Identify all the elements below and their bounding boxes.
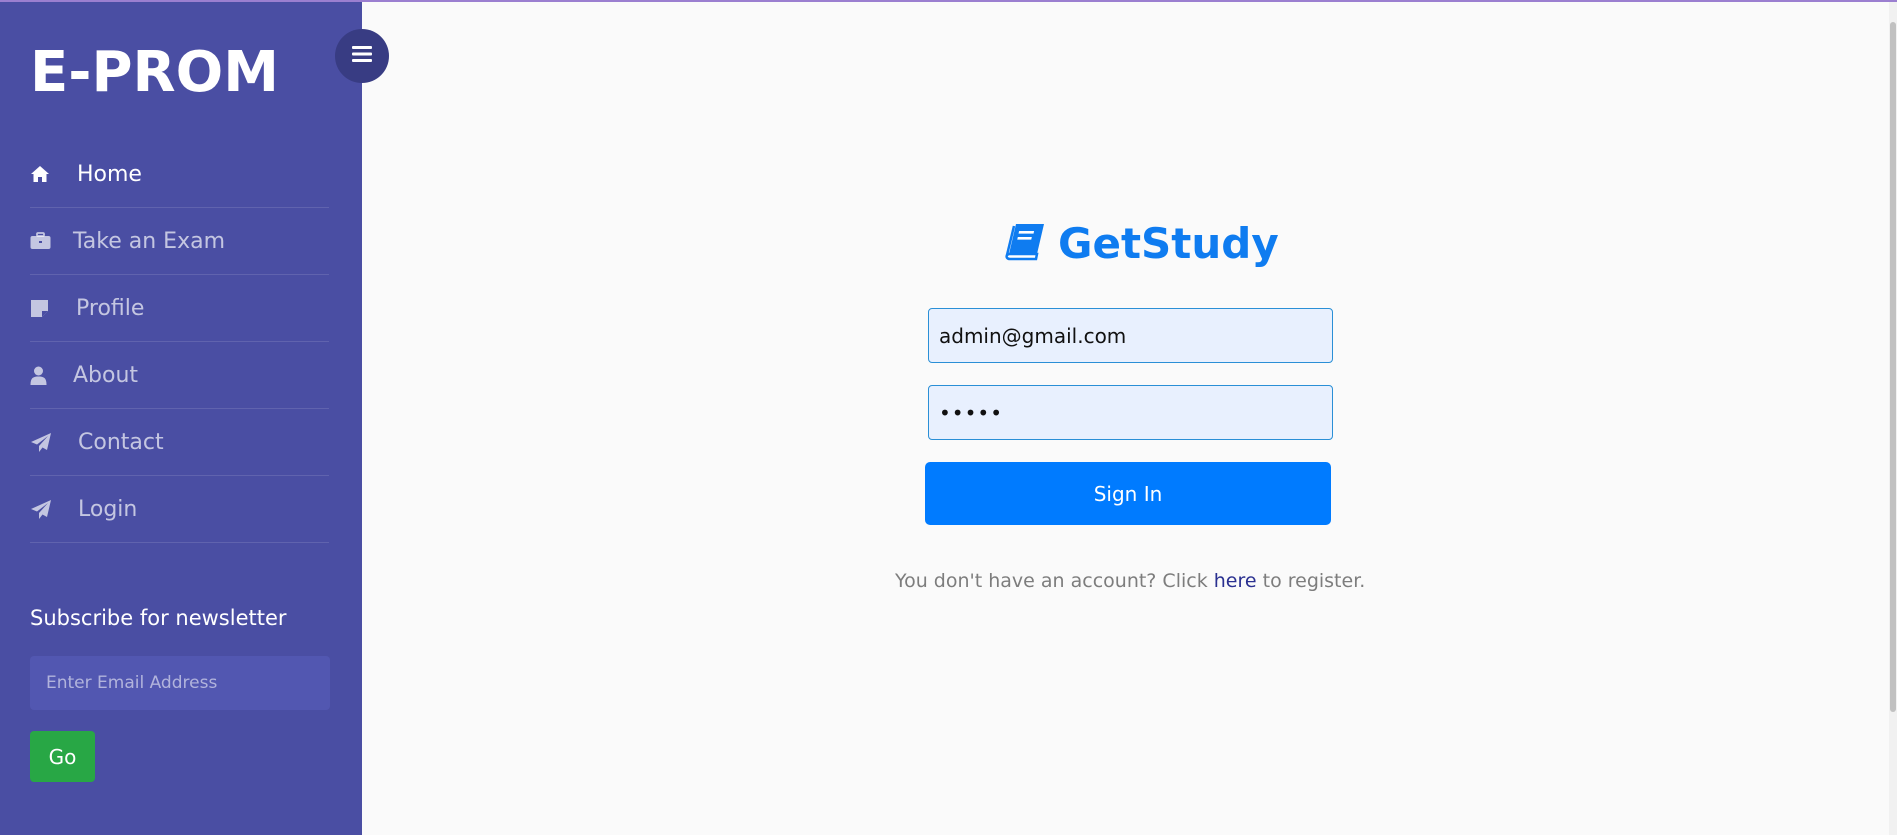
sign-in-button[interactable]: Sign In	[925, 462, 1331, 525]
sidebar-item-login[interactable]: Login	[30, 476, 329, 543]
newsletter-title: Subscribe for newsletter	[30, 606, 287, 630]
briefcase-icon	[30, 230, 52, 252]
page-scrollbar[interactable]	[1889, 2, 1897, 835]
sidebar-item-label: Home	[77, 161, 142, 187]
scrollbar-thumb[interactable]	[1890, 22, 1896, 712]
register-prefix: You don't have an account? Click	[895, 570, 1214, 592]
sidebar-item-label: About	[73, 362, 139, 388]
hamburger-icon	[352, 46, 372, 66]
sidebar-item-profile[interactable]: Profile	[30, 275, 329, 342]
top-accent-line	[0, 0, 1897, 2]
register-link[interactable]: here	[1214, 570, 1257, 592]
password-field[interactable]	[928, 385, 1333, 440]
book-icon	[1004, 222, 1046, 266]
login-logo: GetStudy	[1004, 219, 1279, 268]
sidebar-item-take-an-exam[interactable]: Take an Exam	[30, 208, 329, 275]
home-icon	[30, 163, 52, 185]
newsletter-go-button[interactable]: Go	[30, 731, 95, 782]
brand-logo[interactable]: E-PROM	[30, 40, 279, 105]
register-suffix: to register.	[1256, 570, 1366, 592]
sidebar-item-label: Take an Exam	[73, 228, 226, 254]
sidebar: E-PROM Home Take an Exam Profile About C…	[0, 0, 362, 835]
sidebar-toggle-button[interactable]	[335, 29, 389, 83]
email-field[interactable]	[928, 308, 1333, 363]
sidebar-item-label: Profile	[76, 295, 145, 321]
paper-plane-icon	[30, 431, 52, 453]
page: E-PROM Home Take an Exam Profile About C…	[0, 0, 1897, 835]
newsletter-email-input[interactable]	[30, 656, 330, 710]
app-name: GetStudy	[1058, 219, 1279, 268]
sidebar-item-contact[interactable]: Contact	[30, 409, 329, 476]
sidebar-nav: Home Take an Exam Profile About Contact …	[30, 141, 329, 543]
user-icon	[30, 364, 52, 386]
register-prompt: You don't have an account? Click here to…	[895, 570, 1365, 592]
sidebar-item-about[interactable]: About	[30, 342, 329, 409]
paper-plane-icon	[30, 498, 52, 520]
sidebar-item-label: Contact	[78, 429, 164, 455]
sticky-note-icon	[30, 297, 52, 319]
sidebar-item-home[interactable]: Home	[30, 141, 329, 208]
sidebar-item-label: Login	[78, 496, 138, 522]
